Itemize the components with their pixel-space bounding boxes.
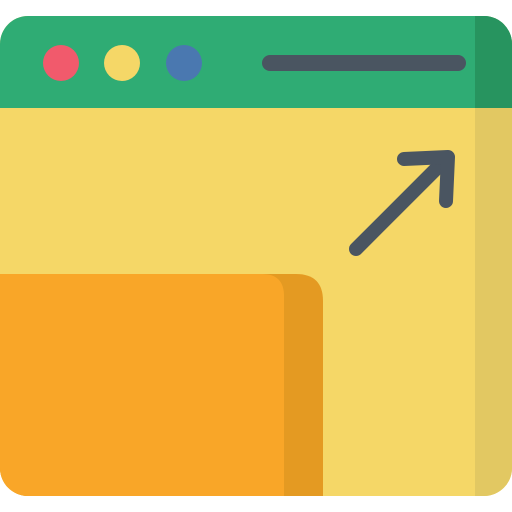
minimize-dot-icon[interactable] [104, 45, 140, 81]
title-bar-shade [475, 16, 512, 108]
browser-window-maximize-icon [0, 16, 512, 496]
window-frame [0, 16, 512, 496]
close-dot-icon[interactable] [43, 45, 79, 81]
window-body-shade [475, 108, 512, 496]
maximize-dot-icon[interactable] [166, 45, 202, 81]
inner-panel [0, 274, 284, 496]
icon-canvas [0, 0, 512, 512]
